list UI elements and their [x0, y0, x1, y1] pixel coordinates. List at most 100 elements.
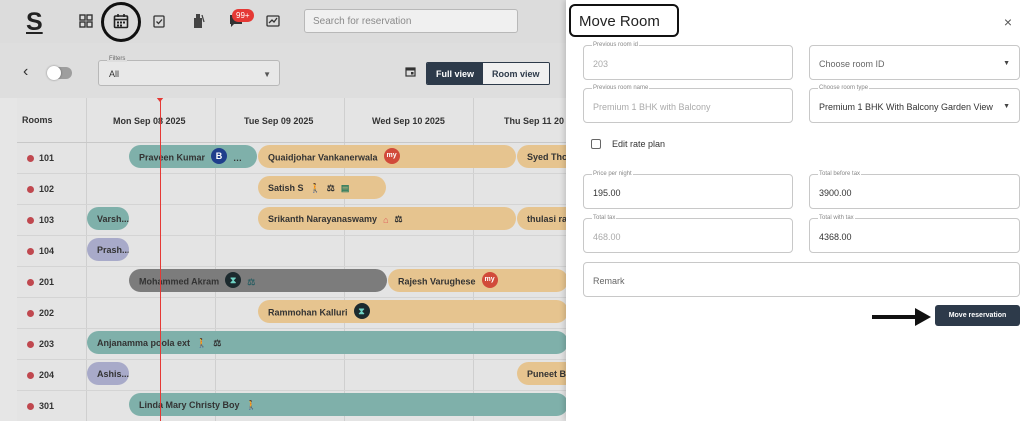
edit-rate-plan-label[interactable]: Edit rate plan: [612, 139, 665, 149]
reservation-bar[interactable]: Srikanth Narayanaswamy ⌂ ⚖: [258, 207, 516, 230]
modal-title: Move Room: [569, 4, 679, 37]
reservation-bar[interactable]: Praveen Kumar B …: [129, 145, 257, 168]
guest-name: Puneet Ba: [527, 369, 568, 379]
guest-name: Syed Tho: [527, 152, 568, 162]
move-room-panel: Move Room × Previous room id 203 Choose …: [566, 0, 1024, 421]
hourglass-icon: ⧗: [353, 303, 370, 319]
room-number: 102: [39, 184, 55, 194]
room-status-dot: [27, 185, 34, 193]
day-header: Thu Sep 11 20: [504, 116, 565, 126]
total-tax-field: Total tax 468.00: [583, 215, 793, 253]
reservation-bar[interactable]: Quaidjohar Vankanerwala my: [258, 145, 516, 168]
booking-source-icon: B: [211, 148, 228, 164]
reservation-bar[interactable]: Prash...: [87, 238, 129, 261]
guest-name: Praveen Kumar: [139, 152, 206, 163]
close-icon[interactable]: ×: [1004, 14, 1012, 30]
room-label: 202: [27, 308, 54, 318]
field-value: 3900.00: [819, 188, 852, 198]
walk-in-icon: 🚶: [196, 338, 208, 349]
search-input[interactable]: Search for reservation: [304, 9, 518, 33]
guest-name: Srikanth Narayanaswamy: [268, 214, 378, 224]
remark-input[interactable]: Remark: [583, 262, 1020, 297]
day-header: Wed Sep 10 2025: [372, 116, 445, 126]
field-value: 195.00: [593, 188, 621, 198]
full-view-button[interactable]: Full view: [427, 63, 484, 84]
reservation-bar[interactable]: thulasi ra: [517, 207, 568, 230]
select-value: Premium 1 BHK With Balcony Garden View: [819, 102, 993, 112]
date-picker-icon[interactable]: [405, 66, 416, 80]
room-number: 201: [39, 277, 55, 287]
room-status-dot: [27, 154, 34, 162]
today-indicator-marker: [156, 98, 164, 102]
field-label: Previous room name: [592, 85, 650, 91]
guest-name: Ashis...: [97, 369, 129, 379]
reservation-bar[interactable]: Linda Mary Christy Boy 🚶: [129, 393, 568, 416]
room-status-dot: [27, 309, 34, 317]
room-label: 203: [27, 339, 54, 349]
reservation-bar[interactable]: Varsh...: [87, 207, 129, 230]
notification-badge: 99+: [232, 9, 254, 22]
reservation-bar[interactable]: Puneet Ba: [517, 362, 568, 385]
reports-icon[interactable]: [264, 12, 282, 30]
field-label: Choose room type: [818, 85, 870, 91]
tasks-icon[interactable]: [150, 12, 168, 30]
room-number: 103: [39, 215, 55, 225]
edit-rate-plan-checkbox[interactable]: [591, 139, 601, 149]
top-bar: S 99+ Search for reservation: [0, 0, 568, 43]
room-view-button[interactable]: Room view: [483, 63, 549, 84]
guest-name: Varsh...: [97, 214, 129, 224]
annotation-arrow: [872, 315, 917, 319]
filter-select[interactable]: Filters All ▼: [98, 56, 280, 86]
reservation-bar[interactable]: Satish S 🚶 ⚖ ▤: [258, 176, 386, 199]
note-icon: ▤: [340, 183, 350, 194]
today-indicator-line: [160, 98, 161, 421]
room-label: 104: [27, 246, 54, 256]
back-arrow-icon[interactable]: ‹: [23, 63, 28, 81]
total-with-tax-input[interactable]: Total with tax 4368.00: [809, 215, 1020, 253]
select-placeholder: Choose room ID: [819, 59, 885, 69]
reservation-bar[interactable]: Syed Tho: [517, 145, 568, 168]
room-number: 202: [39, 308, 55, 318]
field-label: Total before tax: [818, 171, 862, 177]
reservation-bar[interactable]: Ashis...: [87, 362, 129, 385]
balance-scale-icon: ⚖: [213, 338, 222, 349]
calendar-icon[interactable]: [112, 12, 130, 30]
guest-name: Quaidjohar Vankanerwala: [268, 152, 378, 163]
guest-name: Satish S: [268, 183, 304, 193]
guest-name: Rajesh Varughese: [398, 276, 476, 287]
guest-name: thulasi ra: [527, 214, 568, 224]
guest-name: Prash...: [97, 245, 129, 255]
app-logo[interactable]: S: [26, 8, 43, 37]
dashboard-icon[interactable]: [77, 12, 95, 30]
guest-name: Anjanamma poola ext: [97, 338, 191, 348]
total-before-tax-input[interactable]: Total before tax 3900.00: [809, 171, 1020, 209]
balance-scale-icon: ⚖: [326, 183, 335, 194]
choose-room-type-select[interactable]: Choose room type Premium 1 BHK With Balc…: [809, 85, 1020, 123]
more-indicator: …: [233, 153, 243, 163]
guest-name: Mohammed Akram: [139, 276, 220, 287]
choose-room-id-select[interactable]: Choose room ID ▼: [809, 45, 1020, 80]
price-per-night-input[interactable]: Price per night 195.00: [583, 171, 793, 209]
room-status-dot: [27, 216, 34, 224]
field-label: Total tax: [592, 215, 617, 221]
view-toggle-group: Full view Room view: [426, 62, 550, 85]
calendar-toolbar: ‹ Filters All ▼ Full view Room view: [0, 43, 568, 98]
guest-name: Linda Mary Christy Boy: [139, 400, 240, 410]
housekeeping-icon[interactable]: [189, 12, 207, 30]
room-number: 204: [39, 370, 55, 380]
reservation-bar[interactable]: Rajesh Varughese my: [388, 269, 568, 292]
room-status-dot: [27, 340, 34, 348]
balance-scale-icon: ⚖: [394, 214, 403, 225]
move-reservation-button[interactable]: Move reservation: [935, 305, 1020, 326]
previous-room-id-field: Previous room id 203: [583, 42, 793, 80]
walk-in-icon: 🚶: [309, 183, 321, 194]
room-label: 201: [27, 277, 54, 287]
rooms-column-header: Rooms: [22, 115, 53, 125]
field-label: Total with tax: [818, 215, 855, 221]
field-label: Price per night: [592, 171, 633, 177]
reservation-bar[interactable]: Mohammed Akram ⧗ ⚖: [129, 269, 387, 292]
view-switch-toggle[interactable]: [47, 66, 72, 80]
room-number: 203: [39, 339, 55, 349]
reservation-grid: Rooms Mon Sep 08 2025 Tue Sep 09 2025 We…: [17, 98, 568, 421]
reservation-bar[interactable]: Rammohan Kalluri ⧗: [258, 300, 568, 323]
